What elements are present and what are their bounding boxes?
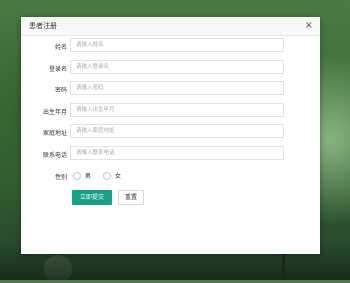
- radio-circle-icon[interactable]: [73, 171, 81, 180]
- name-input[interactable]: 请输入姓名: [70, 38, 284, 52]
- gender-option-male[interactable]: 男: [73, 171, 91, 180]
- submit-button[interactable]: 立即提交: [72, 190, 112, 205]
- field-label-address: 家庭地址: [42, 130, 67, 137]
- field-label-birth: 出生年月: [42, 109, 67, 116]
- form-row-name: 姓名 请输入姓名: [21, 38, 320, 54]
- field-label-phone: 联系电话: [42, 152, 67, 159]
- field-label-password: 密码: [54, 87, 67, 94]
- field-label-name: 姓名: [54, 44, 67, 51]
- form-row-birth: 出生年月 请输入出生年月: [21, 103, 320, 119]
- close-icon[interactable]: ×: [305, 19, 313, 33]
- patient-register-dialog: 患者注册 × 姓名 请输入姓名 登录名 请输入登录名 密码 请输入密码 出生年月…: [21, 17, 320, 254]
- gender-option-female[interactable]: 女: [103, 171, 121, 180]
- gender-female-label: 女: [115, 173, 122, 180]
- dialog-title: 患者注册: [29, 22, 57, 30]
- field-label-login: 登录名: [48, 66, 67, 73]
- form-row-phone: 联系电话 请输入联系电话: [21, 146, 320, 162]
- home-address-input[interactable]: 请输入家庭地址: [70, 124, 284, 138]
- dialog-titlebar: 患者注册 ×: [21, 17, 320, 36]
- form-row-password: 密码 请输入密码: [21, 81, 320, 97]
- radio-circle-icon[interactable]: [103, 171, 111, 180]
- reset-button[interactable]: 重置: [118, 190, 144, 205]
- birth-date-input[interactable]: 请输入出生年月: [70, 103, 284, 117]
- form-row-login: 登录名 请输入登录名: [21, 60, 320, 76]
- form-row-address: 家庭地址 请输入家庭地址: [21, 124, 320, 140]
- phone-input[interactable]: 请输入联系电话: [70, 146, 284, 160]
- password-input[interactable]: 请输入密码: [70, 81, 284, 95]
- login-name-input[interactable]: 请输入登录名: [70, 60, 284, 74]
- form-row-gender: 性别 男 女: [21, 168, 320, 184]
- gender-male-label: 男: [85, 173, 92, 180]
- field-label-gender: 性别: [54, 174, 67, 181]
